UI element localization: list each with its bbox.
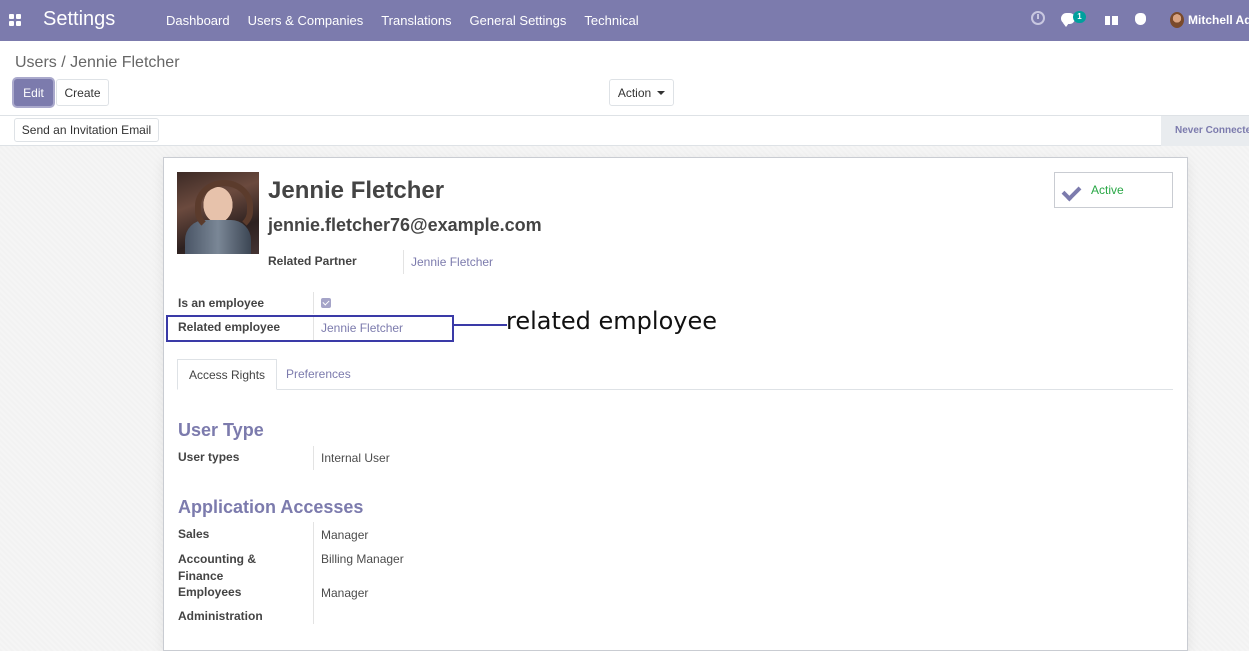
administration-label: Administration [178,609,263,623]
active-label: Active [1091,183,1124,197]
annotation-highlight-box [166,315,454,342]
send-invitation-button[interactable]: Send an Invitation Email [14,118,159,142]
field-divider [313,446,314,470]
top-navbar: Settings Dashboard Users & Companies Tra… [0,0,1249,41]
menu-users-companies[interactable]: Users & Companies [248,13,364,28]
notebook-tabs: Access Rights Preferences [177,359,1173,390]
form-sheet: Jennie Fletcher jennie.fletcher76@exampl… [163,157,1188,651]
action-dropdown-button[interactable]: Action [609,79,674,106]
sales-value[interactable]: Manager [321,528,368,542]
app-brand[interactable]: Settings [43,8,115,31]
user-login-email[interactable]: jennie.fletcher76@example.com [268,215,542,236]
breadcrumb-current: Jennie Fletcher [70,54,180,71]
user-avatar[interactable] [1170,12,1184,28]
user-type-section-title: User Type [178,420,264,440]
related-partner-label: Related Partner [268,254,357,268]
user-types-value[interactable]: Internal User [321,451,390,465]
form-statusbar: Send an Invitation Email Never Connected [0,116,1249,146]
debug-bug-icon[interactable] [1135,13,1146,25]
user-photo[interactable] [177,172,259,254]
related-partner-link[interactable]: Jennie Fletcher [411,255,493,269]
action-label: Action [617,85,652,100]
user-types-label: User types [178,450,240,464]
sales-label: Sales [178,527,210,541]
control-panel: Users / Jennie Fletcher Edit Create Acti… [0,41,1249,116]
tab-preferences[interactable]: Preferences [275,359,362,390]
edit-button[interactable]: Edit [14,79,53,106]
field-divider [403,250,404,274]
application-accesses-section-title: Application Accesses [178,497,364,517]
check-icon [1064,183,1082,197]
breadcrumb: Users / Jennie Fletcher [15,54,180,72]
breadcrumb-separator: / [56,54,71,71]
annotation-callout-line [454,324,507,326]
accounting-label: Accounting & Finance [178,552,256,583]
create-button[interactable]: Create [56,79,109,106]
active-toggle-button[interactable]: Active [1054,172,1173,208]
caret-down-icon [657,90,666,95]
main-menu: Dashboard Users & Companies Translations… [166,13,657,28]
field-divider [313,292,314,314]
menu-translations[interactable]: Translations [381,13,451,28]
user-menu[interactable]: Mitchell Adr [1188,13,1249,27]
annotation-text: related employee [506,307,717,335]
user-name-title[interactable]: Jennie Fletcher [268,177,444,205]
menu-technical[interactable]: Technical [584,13,638,28]
connection-status: Never Connected [1161,116,1249,146]
tab-access-rights[interactable]: Access Rights [177,359,278,390]
is-employee-checkbox[interactable] [321,298,331,308]
menu-dashboard[interactable]: Dashboard [166,13,230,28]
accounting-value[interactable]: Billing Manager [321,552,404,566]
employees-value[interactable]: Manager [321,586,368,600]
field-divider [313,522,314,624]
breadcrumb-users[interactable]: Users [15,54,57,71]
gift-icon[interactable] [1105,13,1118,25]
menu-general-settings[interactable]: General Settings [470,13,567,28]
activity-clock-icon[interactable] [1031,11,1045,25]
employees-label: Employees [178,585,242,599]
apps-menu-icon[interactable] [9,14,21,26]
chat-badge: 1 [1073,11,1086,23]
is-employee-label: Is an employee [178,296,265,310]
